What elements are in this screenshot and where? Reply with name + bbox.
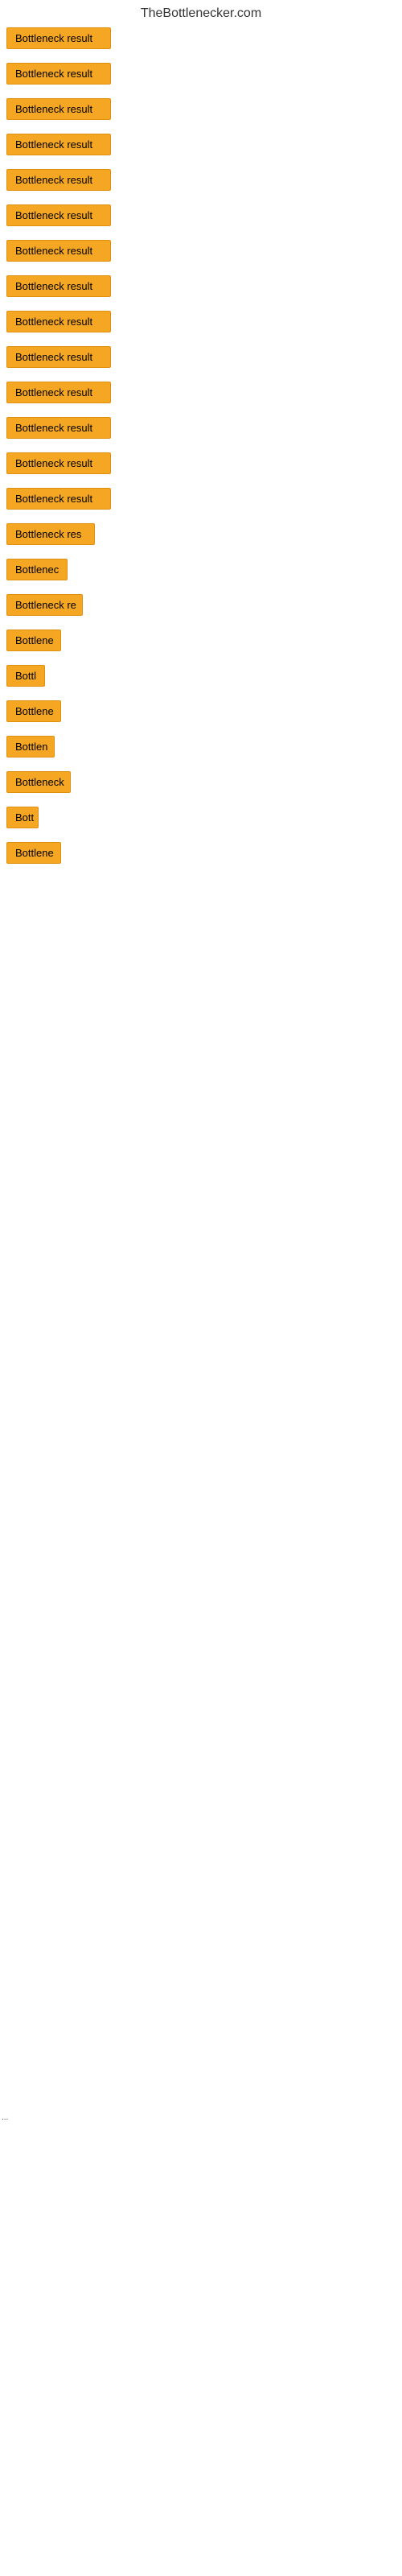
bottleneck-badge[interactable]: Bottleneck result	[6, 63, 111, 85]
ellipsis: ...	[2, 2109, 8, 2124]
bottleneck-badge[interactable]: Bottleneck result	[6, 311, 111, 332]
list-item: Bottlenec	[6, 559, 396, 584]
bottleneck-badge[interactable]: Bottlene	[6, 630, 61, 651]
list-item: Bottleneck result	[6, 240, 396, 266]
list-item: Bottleneck result	[6, 63, 396, 89]
bottleneck-badge[interactable]: Bottleneck result	[6, 98, 111, 120]
bottleneck-badge[interactable]: Bottleneck result	[6, 240, 111, 262]
bottleneck-badge[interactable]: Bottleneck result	[6, 27, 111, 49]
bottleneck-badge[interactable]: Bottleneck result	[6, 382, 111, 403]
list-item: Bottleneck result	[6, 488, 396, 514]
bottleneck-badge[interactable]: Bottleneck re	[6, 594, 83, 616]
site-title-text: TheBottlenecker.com	[141, 6, 261, 20]
bottleneck-badge[interactable]: Bottleneck result	[6, 452, 111, 474]
list-item: Bottleneck result	[6, 204, 396, 230]
list-item: Bottleneck result	[6, 346, 396, 372]
bottleneck-badge[interactable]: Bottlenec	[6, 559, 68, 580]
bottleneck-list: Bottleneck result Bottleneck result Bottle…	[0, 24, 402, 881]
list-item: Bottleneck result	[6, 27, 396, 53]
list-item: Bottleneck result	[6, 311, 396, 336]
list-item: Bottleneck	[6, 771, 396, 797]
list-item: Bottleneck result	[6, 98, 396, 124]
list-item: Bottlene	[6, 630, 396, 655]
list-item: Bott	[6, 807, 396, 832]
bottleneck-badge[interactable]: Bottleneck result	[6, 488, 111, 510]
bottleneck-badge[interactable]: Bottleneck result	[6, 346, 111, 368]
bottleneck-badge[interactable]: Bottleneck res	[6, 523, 95, 545]
list-item: Bottleneck res	[6, 523, 396, 549]
list-item: Bottleneck re	[6, 594, 396, 620]
list-item: Bottleneck result	[6, 275, 396, 301]
list-item: Bottleneck result	[6, 417, 396, 443]
bottleneck-badge[interactable]: Bottlen	[6, 736, 55, 758]
bottleneck-badge[interactable]: Bottl	[6, 665, 45, 687]
dot-text: ...	[2, 2113, 8, 2122]
bottleneck-badge[interactable]: Bottleneck result	[6, 204, 111, 226]
list-item: Bottlen	[6, 736, 396, 762]
list-item: Bottlene	[6, 842, 396, 868]
list-item: Bottleneck result	[6, 452, 396, 478]
bottleneck-badge[interactable]: Bott	[6, 807, 39, 828]
list-item: Bottl	[6, 665, 396, 691]
bottleneck-badge[interactable]: Bottleneck result	[6, 275, 111, 297]
bottleneck-badge[interactable]: Bottleneck result	[6, 169, 111, 191]
list-item: Bottleneck result	[6, 134, 396, 159]
bottleneck-badge[interactable]: Bottlene	[6, 700, 61, 722]
bottleneck-badge[interactable]: Bottlene	[6, 842, 61, 864]
list-item: Bottleneck result	[6, 169, 396, 195]
bottleneck-badge[interactable]: Bottleneck result	[6, 417, 111, 439]
list-item: Bottleneck result	[6, 382, 396, 407]
list-item: Bottlene	[6, 700, 396, 726]
bottleneck-badge[interactable]: Bottleneck result	[6, 134, 111, 155]
site-title: TheBottlenecker.com	[0, 0, 402, 24]
bottleneck-badge[interactable]: Bottleneck	[6, 771, 71, 793]
